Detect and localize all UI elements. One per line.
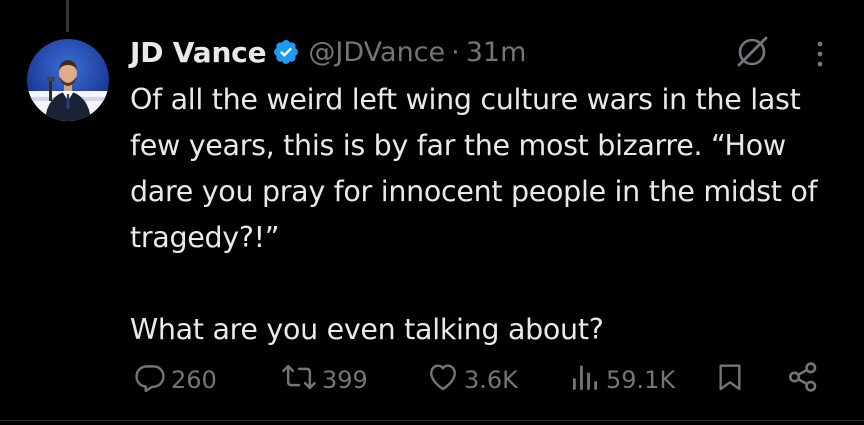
- grok-icon[interactable]: [733, 33, 771, 71]
- thread-connector-line: [66, 0, 69, 32]
- author-handle[interactable]: @JDVance: [308, 37, 445, 68]
- tweet-text: Of all the weird left wing culture wars …: [130, 83, 818, 346]
- reply-icon: [133, 360, 167, 400]
- views-count: 59.1K: [606, 366, 676, 394]
- reply-count: 260: [171, 366, 217, 394]
- author-display-name[interactable]: JD Vance: [130, 36, 267, 69]
- tweet-header: JD Vance @JDVance · 31m: [130, 30, 834, 74]
- tweet-actions-bar: 260 399 3.6K 59.1K: [0, 357, 864, 403]
- like-icon: [426, 360, 460, 400]
- like-button[interactable]: 3.6K: [426, 357, 518, 403]
- share-icon: [786, 360, 820, 400]
- header-separator: ·: [451, 36, 460, 68]
- reply-button[interactable]: 260: [133, 357, 217, 403]
- views-icon: [568, 360, 602, 400]
- avatar-image: [27, 39, 109, 121]
- tweet-timestamp[interactable]: 31m: [466, 37, 527, 68]
- tweet-divider: [0, 420, 864, 421]
- views-button[interactable]: 59.1K: [568, 357, 675, 403]
- repost-button[interactable]: 399: [280, 357, 368, 403]
- share-button[interactable]: [786, 357, 820, 403]
- avatar[interactable]: [27, 39, 109, 121]
- repost-icon: [280, 360, 318, 400]
- bookmark-icon: [714, 360, 746, 400]
- verified-badge-icon: [272, 38, 300, 66]
- repost-count: 399: [322, 366, 368, 394]
- like-count: 3.6K: [464, 366, 518, 394]
- bookmark-button[interactable]: [714, 357, 746, 403]
- more-icon[interactable]: [808, 36, 832, 72]
